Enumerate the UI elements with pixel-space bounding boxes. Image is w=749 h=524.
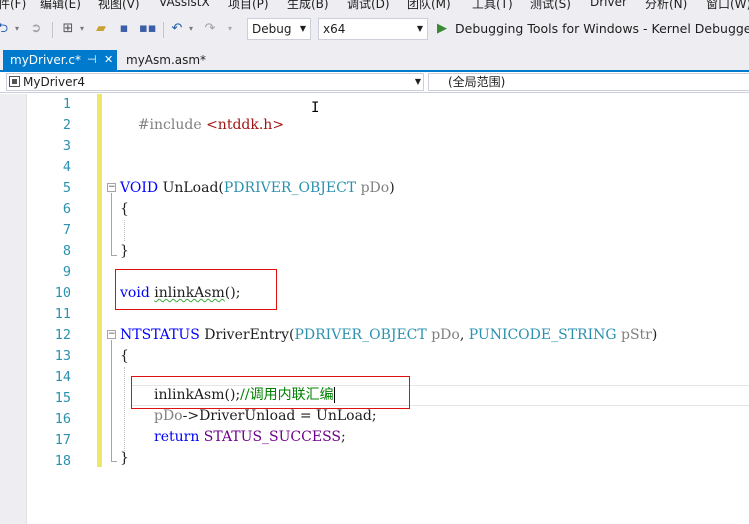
line-number: 11 <box>54 306 71 322</box>
collapse-icon[interactable]: − <box>107 183 116 192</box>
line-number: 5 <box>62 180 71 196</box>
indicator-margin <box>0 94 27 524</box>
annotation-box-call <box>131 376 410 409</box>
line-number: 3 <box>62 138 71 154</box>
line-number: 17 <box>54 432 71 448</box>
code-line-18: } <box>120 450 129 466</box>
new-item-dropdown-icon[interactable]: ▾ <box>78 21 86 37</box>
change-tracking-bar <box>97 94 102 467</box>
platform-select[interactable]: x64 ▼ <box>318 18 428 40</box>
line-number: 14 <box>54 369 71 385</box>
menu-file[interactable]: 件(F) <box>0 0 26 10</box>
line-number: 16 <box>54 411 71 427</box>
start-debugging-button[interactable]: Debugging Tools for Windows - Kernel Deb… <box>455 21 749 37</box>
menu-test[interactable]: 测试(S) <box>530 0 571 10</box>
menu-analyze[interactable]: 分析(N) <box>645 0 687 10</box>
code-line-5: VOID UnLoad(PDRIVER_OBJECT pDo) <box>120 180 395 196</box>
tab-label: myDriver.c* <box>10 53 82 67</box>
chevron-down-icon: ▼ <box>299 24 306 33</box>
solution-config-value: Debug <box>252 22 292 36</box>
line-number: 13 <box>54 348 71 364</box>
line-number: 2 <box>62 117 71 133</box>
menu-window[interactable]: 窗口(W) <box>706 0 749 10</box>
line-number: 1 <box>62 96 71 112</box>
indent-guide <box>124 220 125 241</box>
code-line-16: pDo->DriverUnload = UnLoad; <box>154 408 377 424</box>
mouse-ibeam-cursor-icon: I <box>311 100 320 116</box>
save-all-icon[interactable]: ▪▪ <box>139 21 157 37</box>
toolbar: ⮌ ▾ ➲ ⊞ ▾ ▰ ▪ ▪▪ ↶ ▾ ↷ ▾ Debug ▼ x64 ▼ ▶… <box>0 10 749 48</box>
navigation-bar: MyDriver4 ▼ (全局范围) <box>0 72 749 93</box>
code-editor[interactable]: 1 2 3 4 5 6 7 8 9 10 11 12 13 14 15 16 1… <box>0 94 749 524</box>
outline-end <box>111 461 117 462</box>
platform-value: x64 <box>323 22 346 36</box>
redo-icon[interactable]: ↷ <box>203 21 217 37</box>
close-icon[interactable]: ✕ <box>104 50 113 70</box>
line-number: 9 <box>62 264 71 280</box>
tab-myasm-asm[interactable]: myAsm.asm* <box>119 50 214 70</box>
scope-name: (全局范围) <box>448 75 506 89</box>
menu-debug[interactable]: 调试(D) <box>347 0 390 10</box>
include-header: <ntddk.h> <box>206 117 285 133</box>
project-name: MyDriver4 <box>23 75 86 89</box>
menu-bar: 件(F) 编辑(E) 视图(V) VAssistX 项目(P) 生成(B) 调试… <box>0 0 749 10</box>
save-icon[interactable]: ▪ <box>117 21 131 37</box>
new-item-icon[interactable]: ⊞ <box>60 21 76 37</box>
line-number: 7 <box>62 222 71 238</box>
line-number: 15 <box>54 390 71 406</box>
code-line-13: { <box>120 348 129 364</box>
toolbar-separator <box>52 22 53 38</box>
menu-tools[interactable]: 工具(T) <box>472 0 513 10</box>
menu-edit[interactable]: 编辑(E) <box>40 0 81 10</box>
solution-config-select[interactable]: Debug ▼ <box>247 18 311 40</box>
project-select[interactable]: MyDriver4 ▼ <box>6 73 424 91</box>
back-dropdown-icon[interactable]: ▾ <box>13 21 21 37</box>
outline-line <box>111 340 112 461</box>
menu-vassistx[interactable]: VAssistX <box>159 0 210 9</box>
scope-select[interactable]: (全局范围) <box>428 73 749 91</box>
line-number: 4 <box>62 159 71 175</box>
back-icon[interactable]: ⮌ <box>0 21 9 37</box>
menu-view[interactable]: 视图(V) <box>98 0 140 10</box>
code-line-8: } <box>120 243 129 259</box>
collapse-icon[interactable]: − <box>107 330 116 339</box>
chevron-down-icon: ▼ <box>414 77 421 86</box>
line-number: 12 <box>54 327 71 343</box>
menu-driver[interactable]: Driver <box>590 0 627 9</box>
toolbar-separator <box>163 22 164 38</box>
outline-end <box>111 255 117 256</box>
annotation-box-declaration <box>115 269 277 310</box>
line-number: 8 <box>62 243 71 259</box>
undo-icon[interactable]: ↶ <box>170 21 184 37</box>
code-line-1: #include <ntddk.h> <box>120 94 284 133</box>
tab-label: myAsm.asm* <box>126 53 207 67</box>
code-line-12: NTSTATUS DriverEntry(PDRIVER_OBJECT pDo,… <box>120 327 658 343</box>
document-tab-strip: myDriver.c* ⊣ ✕ myAsm.asm* <box>0 48 749 72</box>
pin-icon[interactable]: ⊣ <box>87 50 97 70</box>
indent-guide <box>124 367 125 451</box>
line-number: 18 <box>54 453 71 469</box>
start-debugging-icon[interactable]: ▶ <box>437 21 447 37</box>
menu-build[interactable]: 生成(B) <box>287 0 329 10</box>
menu-team[interactable]: 团队(M) <box>407 0 451 10</box>
redo-dropdown-icon[interactable]: ▾ <box>226 21 234 37</box>
project-icon <box>9 76 20 87</box>
line-number: 10 <box>54 285 71 301</box>
outline-line <box>111 193 112 255</box>
forward-icon[interactable]: ➲ <box>29 21 43 37</box>
undo-dropdown-icon[interactable]: ▾ <box>187 21 195 37</box>
chevron-down-icon: ▼ <box>416 24 423 33</box>
code-line-6: { <box>120 201 129 217</box>
open-folder-icon[interactable]: ▰ <box>93 21 109 37</box>
menu-project[interactable]: 项目(P) <box>228 0 269 10</box>
line-number: 6 <box>62 201 71 217</box>
tab-mydriver-c[interactable]: myDriver.c* ⊣ ✕ <box>3 50 117 70</box>
preprocessor-directive: #include <box>137 117 202 133</box>
code-line-17: return STATUS_SUCCESS; <box>154 429 346 445</box>
